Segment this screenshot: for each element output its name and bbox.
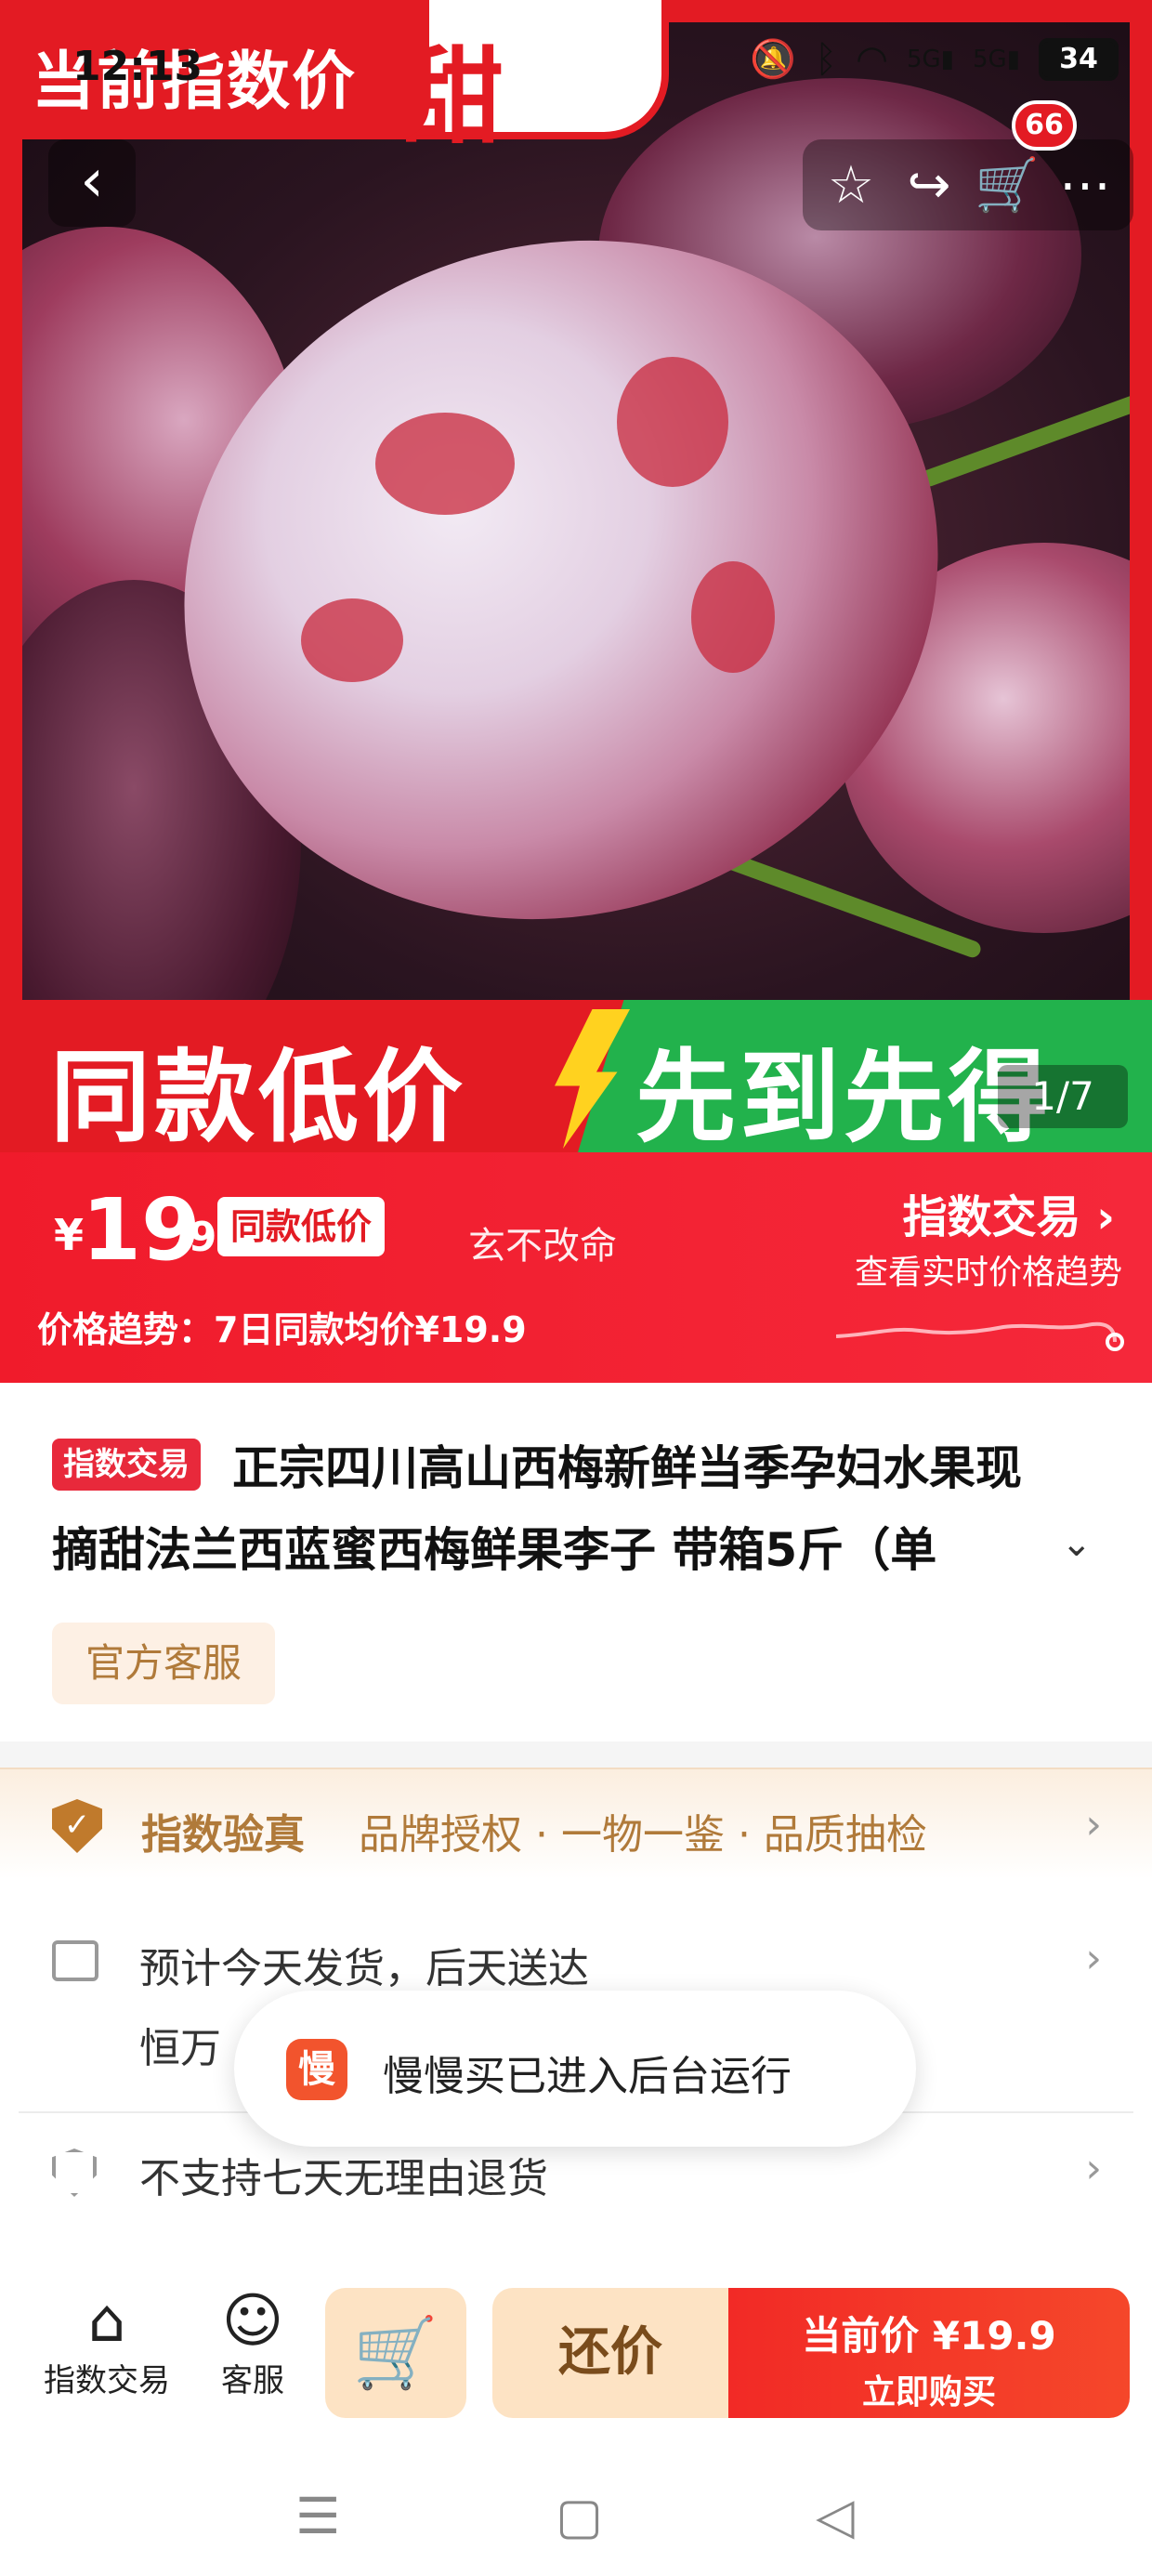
bottom-action-bar: ⌂ 指数交易 ☺ 客服 🛒 还价 当前价 ¥19.9 立即购买: [0, 2241, 1152, 2455]
chevron-right-icon: ›: [1085, 1801, 1102, 1848]
price-trend-text: 价格趋势：7日同款均价¥19.9: [37, 1309, 527, 1350]
current-index-price-tag: 当前指数价: [0, 0, 429, 139]
share-icon[interactable]: ↪: [897, 155, 962, 216]
background-running-toast: 慢 慢慢买已进入后台运行: [234, 1991, 916, 2147]
product-title-line-1: 正宗四川高山西梅新鲜当季孕妇水果现: [232, 1441, 1022, 1495]
add-to-cart-button[interactable]: 🛒: [325, 2288, 466, 2418]
same-low-price-badge: 同款低价: [217, 1197, 386, 1256]
haggle-button[interactable]: 还价: [492, 2288, 728, 2418]
view-price-trend-link[interactable]: 查看实时价格趋势: [855, 1245, 1122, 1294]
index-trade-tab[interactable]: ⌂ 指数交易: [37, 2288, 177, 2400]
shield-icon: [52, 2149, 97, 2197]
official-customer-service-chip[interactable]: 官方客服: [52, 1623, 275, 1704]
index-trade-tab-label: 指数交易: [44, 2362, 170, 2399]
plum-spot: [617, 357, 728, 487]
bluetooth-icon: ᛒ: [815, 37, 838, 81]
shipping-origin: 恒万 ·: [139, 2025, 247, 2072]
buy-now-button[interactable]: 当前价 ¥19.9 立即购买: [728, 2288, 1130, 2418]
cart-plus-icon: 🛒: [352, 2313, 439, 2393]
home-icon[interactable]: ▢: [556, 2487, 603, 2545]
buy-button-label: 立即购买: [861, 2373, 996, 2412]
status-time: 12:13: [72, 43, 203, 90]
index-trade-tag: 指数交易: [52, 1439, 201, 1491]
toast-message: 慢慢买已进入后台运行: [383, 2053, 792, 2100]
price-trend-sparkline: [836, 1321, 1124, 1351]
favorite-star-icon[interactable]: ☆: [818, 155, 884, 216]
wifi-icon: ◠: [856, 37, 888, 81]
app-logo-icon: 慢: [286, 2039, 347, 2100]
top-actions: ☆ ↪ 🛒 66 ⋯: [803, 100, 1133, 230]
plum-spot: [375, 413, 515, 515]
back-button[interactable]: ‹: [48, 139, 136, 227]
promo-strip: 同款低价 先到先得: [0, 1000, 1152, 1152]
smiley-chat-icon: ☺: [221, 2287, 284, 2356]
index-trade-link[interactable]: 指数交易 ›: [902, 1180, 1115, 1245]
back-triangle-icon[interactable]: ◁: [816, 2487, 855, 2545]
storefront-icon: ⌂: [87, 2287, 126, 2356]
image-counter: 1/7: [998, 1065, 1128, 1128]
system-navigation-bar: ☰ ▢ ◁: [0, 2455, 1152, 2576]
plum-spot: [691, 561, 775, 673]
promo-first-come: 先到先得: [635, 1040, 1053, 1152]
shipping-estimate: 预计今天发货，后天送达: [139, 1945, 589, 1992]
cart-icon[interactable]: 🛒 66: [975, 100, 1077, 216]
product-title-card: 指数交易 正宗四川高山西梅新鲜当季孕妇水果现 摘甜法兰西蓝蜜西梅鲜果李子 带箱5…: [0, 1383, 1152, 1741]
shield-check-icon: ✓: [52, 1799, 102, 1853]
return-policy-text: 不支持七天无理由退货: [139, 2155, 548, 2202]
authenticity-row[interactable]: ✓ 指数验真 品牌授权 · 一物一鉴 · 品质抽检 ›: [0, 1768, 1152, 1879]
watermark-text: 玄不改命: [468, 1225, 617, 1268]
chevron-right-icon: ›: [1085, 2145, 1102, 2192]
plum-spot: [301, 598, 403, 682]
menu-icon[interactable]: ☰: [295, 2487, 340, 2545]
customer-service-tab-label: 客服: [221, 2362, 284, 2399]
promo-same-low-price: 同款低价: [50, 1040, 467, 1152]
customer-service-tab[interactable]: ☺ 客服: [206, 2288, 299, 2400]
signal-icon-2: 5G▮: [972, 45, 1020, 73]
battery-icon: 34: [1039, 37, 1119, 81]
currency-symbol: ¥: [54, 1210, 85, 1260]
delivery-truck-icon: [52, 1940, 98, 1981]
buy-button-price: 当前价 ¥19.9: [802, 2313, 1056, 2359]
price-bar: ¥ 19 .9 同款低价 玄不改命 指数交易 › 查看实时价格趋势 价格趋势：7…: [0, 1152, 1152, 1383]
mute-icon: 🔕: [750, 38, 797, 81]
authenticity-desc: 品牌授权 · 一物一鉴 · 品质抽检: [359, 1811, 927, 1859]
signal-icon: 5G▮: [906, 45, 954, 73]
cart-count-badge: 66: [1012, 100, 1077, 151]
chevron-right-icon: ›: [1085, 1935, 1102, 1982]
status-icons: 🔕 ᛒ ◠ 5G▮ 5G▮ 34: [750, 37, 1119, 81]
price-decimal: .9: [173, 1214, 217, 1261]
expand-title-chevron-icon[interactable]: ⌄: [1061, 1522, 1093, 1565]
more-icon[interactable]: ⋯: [1053, 155, 1118, 216]
authenticity-title: 指数验真: [141, 1811, 305, 1859]
product-title-line-2: 摘甜法兰西蓝蜜西梅鲜果李子 带箱5斤（单: [52, 1523, 937, 1577]
